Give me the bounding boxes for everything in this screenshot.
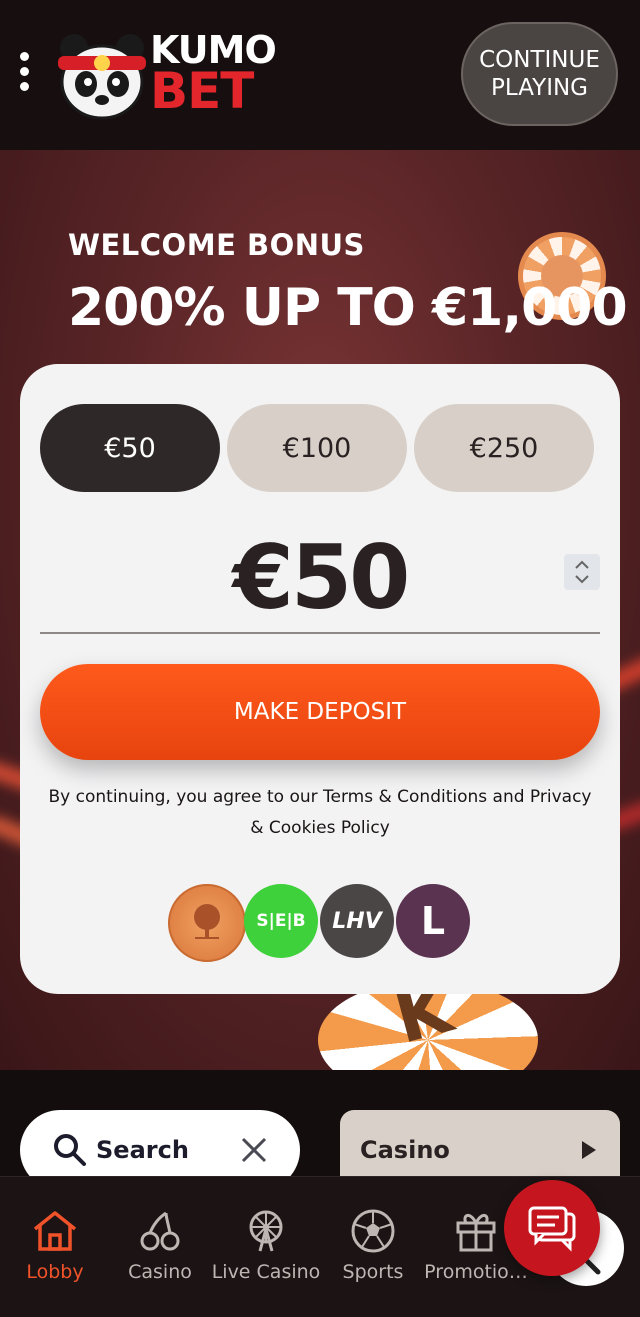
nav-casino-label: Casino	[128, 1261, 192, 1283]
nav-sports[interactable]: Sports	[318, 1207, 428, 1283]
gift-icon	[456, 1214, 496, 1252]
oak-tree-icon	[194, 904, 220, 939]
continue-playing-button[interactable]: CONTINUE PLAYING	[461, 22, 618, 126]
cherries-icon	[140, 1211, 180, 1251]
make-deposit-button[interactable]: MAKE DEPOSIT	[40, 664, 600, 760]
kumobet-logo[interactable]: KUMO BET	[50, 26, 280, 126]
lobby-filter-bar: Search Casino	[0, 1070, 640, 1190]
continue-label-line2: PLAYING	[490, 75, 589, 101]
quick-deposit-card: €50 €100 €250 €50 MAKE DEPOSIT By contin…	[20, 364, 620, 994]
continue-label-line1: CONTINUE	[479, 47, 600, 73]
kebab-menu-icon[interactable]	[18, 52, 32, 100]
search-icon	[54, 1134, 86, 1166]
amount-option-250[interactable]: €250	[414, 404, 594, 492]
ferris-wheel-icon	[249, 1210, 283, 1252]
nav-lobby-label: Lobby	[26, 1261, 84, 1283]
nav-live-casino[interactable]: Live Casino	[211, 1207, 321, 1283]
nav-casino[interactable]: Casino	[105, 1207, 215, 1283]
amount-stepper[interactable]	[564, 554, 600, 590]
bonus-offer-headline: 200% UP TO €1,000	[68, 278, 628, 338]
clear-search-icon[interactable]	[240, 1136, 268, 1164]
live-chat-button[interactable]	[504, 1180, 600, 1276]
logo-bet-text: BET	[150, 62, 254, 120]
terms-notice: By continuing, you agree to our Terms & …	[48, 787, 592, 838]
search-placeholder: Search	[96, 1136, 189, 1164]
chevron-up-icon[interactable]	[575, 560, 589, 570]
nav-sports-label: Sports	[342, 1261, 404, 1283]
soccer-ball-icon	[351, 1209, 395, 1253]
top-bar: KUMO BET CONTINUE PLAYING	[0, 0, 640, 150]
welcome-bonus-label: WELCOME BONUS	[68, 228, 365, 262]
amount-option-50[interactable]: €50	[40, 404, 220, 492]
nav-promotions-label: Promotio…	[424, 1261, 528, 1283]
panda-mascot-icon	[58, 34, 146, 120]
home-icon	[33, 1211, 77, 1251]
seb-logo-icon: S|E|B	[244, 884, 318, 958]
chevron-down-icon[interactable]	[575, 574, 589, 584]
luminor-logo-icon: L	[396, 884, 470, 958]
amount-option-100[interactable]: €100	[227, 404, 407, 492]
nav-live-casino-label: Live Casino	[211, 1261, 321, 1283]
deposit-amount-input[interactable]: €50	[20, 526, 620, 629]
amount-underline	[40, 632, 600, 634]
nav-lobby[interactable]: Lobby	[0, 1207, 110, 1283]
category-dropdown-label: Casino	[360, 1136, 450, 1164]
chat-bubble-icon	[528, 1206, 576, 1252]
swedbank-logo-icon	[168, 884, 246, 962]
lhv-logo-icon: LHV	[320, 884, 394, 958]
play-arrow-icon	[582, 1141, 596, 1159]
